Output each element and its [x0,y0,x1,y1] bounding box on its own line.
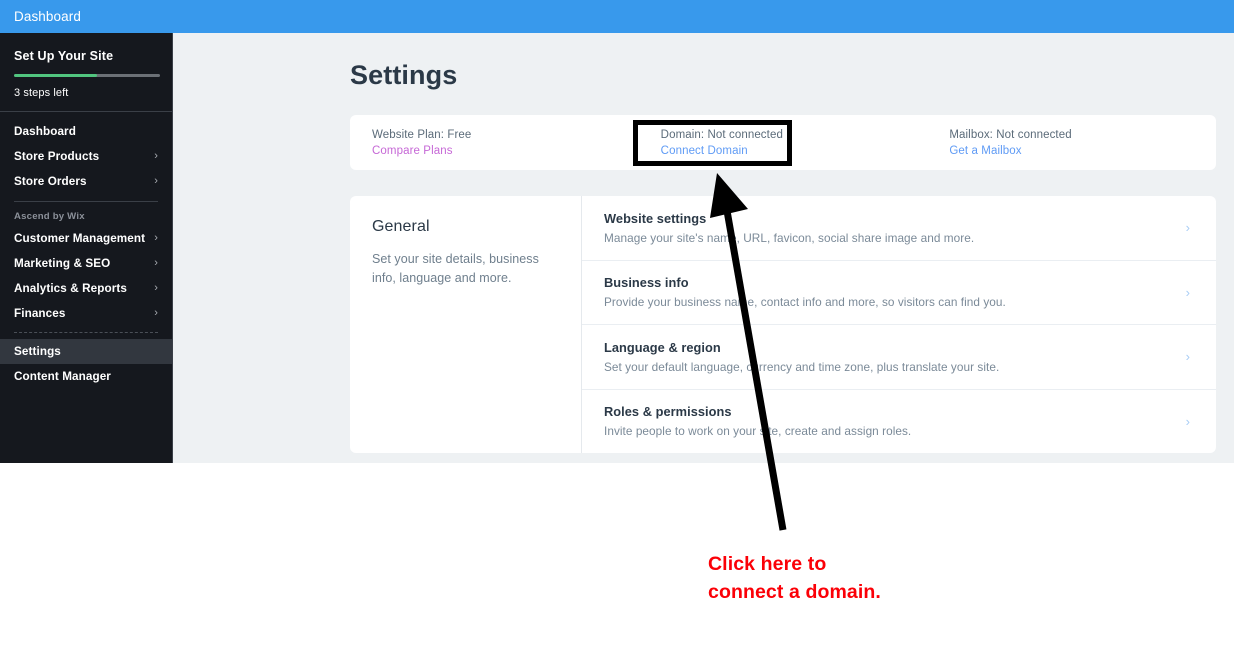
domain-status: Domain: Not connected [660,128,783,141]
chevron-right-icon[interactable]: › [1186,415,1190,428]
chevron-right-icon: › [154,175,158,187]
sidebar-nav-footer: Settings Content Manager [0,339,172,389]
sidebar-divider-ascend [14,201,158,202]
sidebar-divider-footer [14,332,158,333]
sidebar-nav-ascend: Customer Management › Marketing & SEO › … [0,226,172,326]
settings-row-roles-permissions[interactable]: Roles & permissions Invite people to wor… [582,390,1216,454]
settings-row-text: Business info Provide your business name… [604,275,1006,309]
setup-progress-block[interactable]: Set Up Your Site 3 steps left [0,33,172,111]
topbar-title: Dashboard [14,9,81,24]
sidebar-item-label: Customer Management [14,232,146,245]
chevron-right-icon: › [154,257,158,269]
sidebar-item-content-manager[interactable]: Content Manager [0,364,172,389]
chevron-right-icon: › [154,232,158,244]
chevron-right-icon[interactable]: › [1186,350,1190,363]
settings-row-website-settings[interactable]: Website settings Manage your site's name… [582,196,1216,261]
chevron-right-icon: › [154,282,158,294]
settings-row-business-info[interactable]: Business info Provide your business name… [582,261,1216,325]
settings-row-text: Language & region Set your default langu… [604,340,999,374]
sidebar-item-label: Store Orders [14,175,87,188]
sidebar-item-finances[interactable]: Finances › [0,301,172,326]
settings-row-text: Roles & permissions Invite people to wor… [604,404,911,438]
sidebar-item-label: Content Manager [14,370,111,383]
setup-progress-fill [14,74,98,77]
chevron-right-icon[interactable]: › [1186,286,1190,299]
sidebar-item-settings[interactable]: Settings [0,339,172,364]
sidebar-item-label: Dashboard [14,125,76,138]
sidebar-item-store-products[interactable]: Store Products › [0,144,172,169]
connect-domain-link[interactable]: Connect Domain [661,145,928,157]
sidebar-item-dashboard[interactable]: Dashboard [0,119,172,144]
get-a-mailbox-link[interactable]: Get a Mailbox [949,145,1216,157]
page-title: Settings [350,60,458,90]
settings-row-language-region[interactable]: Language & region Set your default langu… [582,325,1216,390]
status-cell-website-plan: Website Plan: Free Compare Plans [350,129,639,157]
sidebar-item-label: Marketing & SEO [14,257,111,270]
sidebar-nav-primary: Dashboard Store Products › Store Orders … [0,112,172,194]
top-bar: Dashboard [0,0,1234,33]
settings-row-title: Language & region [604,339,721,355]
app-viewport: Dashboard Set Up Your Site 3 steps left … [0,0,1234,463]
status-card: Website Plan: Free Compare Plans Domain:… [350,115,1216,170]
sidebar-item-customer-management[interactable]: Customer Management › [0,226,172,251]
chevron-right-icon: › [154,150,158,162]
settings-section-intro: General Set your site details, business … [350,196,582,453]
settings-row-description: Invite people to work on your site, crea… [604,424,912,439]
setup-title: Set Up Your Site [14,49,114,63]
settings-card: General Set your site details, business … [350,196,1216,453]
settings-row-title: Roles & permissions [604,404,732,420]
sidebar-item-label: Store Products [14,150,100,163]
settings-row-description: Manage your site's name, URL, favicon, s… [604,230,975,245]
sidebar: Set Up Your Site 3 steps left Dashboard … [0,33,173,463]
mailbox-status: Mailbox: Not connected [949,128,1072,141]
sidebar-item-label: Analytics & Reports [14,282,127,295]
settings-row-text: Website settings Manage your site's name… [604,211,974,245]
sidebar-item-label: Finances [14,307,66,320]
settings-row-title: Website settings [604,210,707,226]
settings-section-title: General [372,218,430,235]
sidebar-section-label-ascend: Ascend by Wix [14,211,85,222]
settings-row-description: Provide your business name, contact info… [604,295,1006,310]
sidebar-item-label: Settings [14,345,61,358]
website-plan-status: Website Plan: Free [372,128,472,141]
sidebar-item-analytics-reports[interactable]: Analytics & Reports › [0,276,172,301]
compare-plans-link[interactable]: Compare Plans [372,145,639,157]
annotation-callout-text: Click here to connect a domain. [708,553,881,603]
main-content: Settings Website Plan: Free Compare Plan… [173,33,1234,463]
sidebar-item-store-orders[interactable]: Store Orders › [0,169,172,194]
sidebar-item-marketing-seo[interactable]: Marketing & SEO › [0,251,172,276]
chevron-right-icon: › [154,307,158,319]
settings-row-title: Business info [604,275,689,291]
setup-steps-left: 3 steps left [14,87,69,99]
setup-progress-bar [14,74,160,77]
settings-row-description: Set your default language, currency and … [604,359,1000,374]
status-cell-domain: Domain: Not connected Connect Domain [639,129,928,157]
chevron-right-icon[interactable]: › [1186,221,1190,234]
settings-section-description: Set your site details, business info, la… [372,252,539,286]
settings-row-list: Website settings Manage your site's name… [582,196,1216,453]
status-cell-mailbox: Mailbox: Not connected Get a Mailbox [927,129,1216,157]
